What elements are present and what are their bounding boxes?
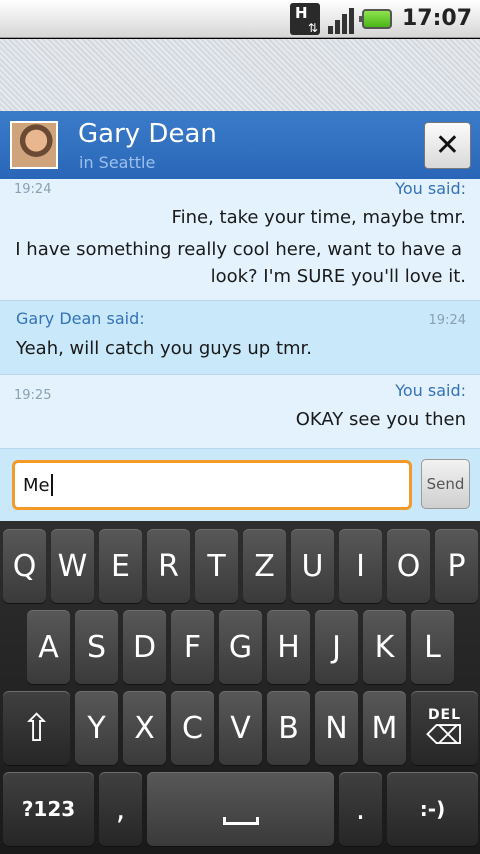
key-g[interactable]: G bbox=[219, 610, 262, 684]
key-x[interactable]: X bbox=[123, 691, 166, 765]
key-comma[interactable]: , bbox=[99, 772, 142, 846]
key-t[interactable]: T bbox=[195, 529, 238, 603]
send-button[interactable]: Send bbox=[421, 459, 470, 509]
message-item: Gary Dean said: 19:24 Yeah, will catch y… bbox=[0, 301, 480, 375]
backspace-icon: ⌫ bbox=[426, 721, 463, 751]
key-y[interactable]: Y bbox=[75, 691, 118, 765]
message-item: 19:24 You said: Fine, take your time, ma… bbox=[0, 179, 480, 301]
contact-name: Gary Dean bbox=[78, 119, 217, 149]
key-k[interactable]: K bbox=[363, 610, 406, 684]
chat-header: Gary Dean in Seattle bbox=[0, 111, 480, 179]
key-period[interactable]: . bbox=[339, 772, 382, 846]
key-m[interactable]: M bbox=[363, 691, 406, 765]
background-pattern bbox=[0, 39, 480, 111]
close-icon: ✕ bbox=[434, 128, 461, 163]
key-a[interactable]: A bbox=[27, 610, 70, 684]
status-bar: H ⇅ 17:07 bbox=[0, 0, 480, 38]
message-time: 19:24 bbox=[428, 313, 466, 328]
key-w[interactable]: W bbox=[51, 529, 94, 603]
key-q[interactable]: Q bbox=[3, 529, 46, 603]
shift-icon: ⇧ bbox=[20, 706, 53, 750]
key-u[interactable]: U bbox=[291, 529, 334, 603]
message-item: 19:25 You said: OKAY see you then bbox=[0, 375, 480, 449]
status-clock: 17:07 bbox=[401, 6, 472, 31]
avatar[interactable] bbox=[10, 121, 58, 169]
key-r[interactable]: R bbox=[147, 529, 190, 603]
network-type-label: H bbox=[294, 3, 308, 22]
message-sender: You said: bbox=[395, 381, 466, 400]
message-text: Yeah, will catch you guys up tmr. bbox=[16, 338, 313, 359]
key-h[interactable]: H bbox=[267, 610, 310, 684]
key-c[interactable]: C bbox=[171, 691, 214, 765]
network-arrows: ⇅ bbox=[307, 20, 318, 35]
key-d[interactable]: D bbox=[123, 610, 166, 684]
key-f[interactable]: F bbox=[171, 610, 214, 684]
network-h-icon: H ⇅ bbox=[289, 2, 320, 35]
message-sender: You said: bbox=[395, 179, 466, 198]
close-button[interactable]: ✕ bbox=[424, 122, 471, 169]
key-l[interactable]: L bbox=[411, 610, 454, 684]
key-i[interactable]: I bbox=[339, 529, 382, 603]
shift-key[interactable]: ⇧ bbox=[3, 691, 70, 765]
space-key[interactable] bbox=[147, 772, 334, 846]
key-o[interactable]: O bbox=[387, 529, 430, 603]
battery-icon bbox=[358, 8, 392, 29]
message-text: Fine, take your time, maybe tmr. bbox=[171, 207, 466, 228]
soft-keyboard: Q W E R T Z U I O P A S D F G H J K L ⇧ … bbox=[0, 521, 480, 854]
key-v[interactable]: V bbox=[219, 691, 262, 765]
key-p[interactable]: P bbox=[435, 529, 478, 603]
message-input[interactable]: Me bbox=[12, 460, 412, 510]
message-sender: Gary Dean said: bbox=[16, 309, 145, 328]
delete-key[interactable]: DEL ⌫ bbox=[411, 691, 478, 765]
contact-location: in Seattle bbox=[79, 153, 156, 172]
signal-icon bbox=[327, 4, 354, 34]
compose-bar: Me Send bbox=[0, 449, 480, 521]
message-time: 19:25 bbox=[14, 388, 52, 403]
message-text: look? I'm SURE you'll love it. bbox=[210, 266, 466, 287]
key-s[interactable]: S bbox=[75, 610, 118, 684]
key-e[interactable]: E bbox=[99, 529, 142, 603]
smiley-key[interactable]: :-) bbox=[387, 772, 478, 846]
message-input-value: Me bbox=[23, 474, 50, 496]
key-z[interactable]: Z bbox=[243, 529, 286, 603]
key-b[interactable]: B bbox=[267, 691, 310, 765]
key-n[interactable]: N bbox=[315, 691, 358, 765]
message-time: 19:24 bbox=[14, 182, 52, 197]
key-j[interactable]: J bbox=[315, 610, 358, 684]
symbols-key[interactable]: ?123 bbox=[3, 772, 94, 846]
text-cursor bbox=[50, 474, 53, 496]
message-text: OKAY see you then bbox=[295, 409, 466, 430]
message-text: I have something really cool here, want … bbox=[15, 239, 462, 260]
space-icon bbox=[222, 817, 259, 825]
message-list[interactable]: 19:24 You said: Fine, take your time, ma… bbox=[0, 179, 480, 449]
